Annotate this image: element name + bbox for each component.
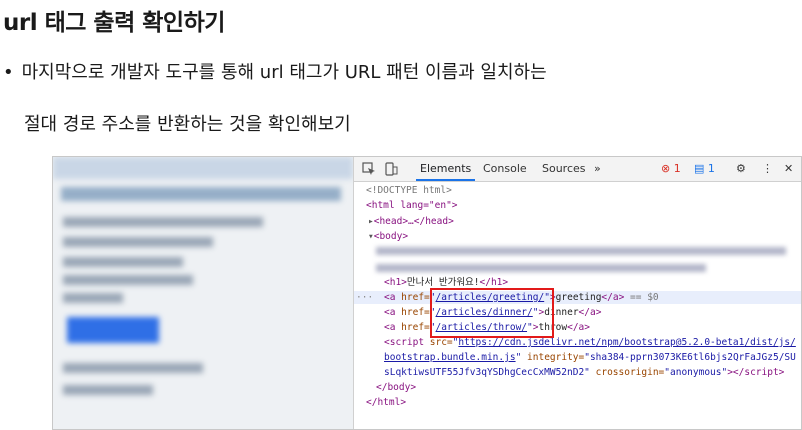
more-tabs-chevron[interactable]: » [594, 157, 601, 181]
href-highlight-box [430, 288, 554, 338]
blurred-code-line [376, 247, 786, 255]
row-ellipsis: ··· [356, 292, 374, 303]
more-options-icon[interactable]: ⋮ [762, 157, 773, 181]
body-close-tag: </body> [376, 382, 417, 393]
devtools-panel: Elements Console Sources » ⊗ 1 ▤ 1 ⚙ ⋮ ✕… [353, 157, 801, 429]
head-node[interactable]: ▸<head>…</head> [368, 215, 801, 228]
devtools-toolbar: Elements Console Sources » ⊗ 1 ▤ 1 ⚙ ⋮ ✕ [354, 157, 801, 182]
script-src-link-cont[interactable]: bootstrap.bundle.min.js [384, 352, 516, 363]
blurred-bar [61, 187, 341, 201]
body-tag: <body> [373, 231, 409, 242]
tab-sources[interactable]: Sources [542, 157, 586, 181]
head-tag: <head>…</head> [373, 216, 454, 227]
message-badge[interactable]: ▤ 1 [694, 157, 715, 181]
html-open-tag[interactable]: <html lang="en"> [366, 199, 801, 212]
bullet-dot: • [3, 62, 14, 83]
error-count: 1 [673, 162, 681, 175]
blurred-line [63, 237, 213, 247]
anchor-text-greeting: greeting [555, 292, 602, 303]
error-badge[interactable]: ⊗ 1 [661, 157, 681, 181]
bullet-line-2: 절대 경로 주소를 반환하는 것을 확인해보기 [24, 114, 351, 135]
close-devtools-icon[interactable]: ✕ [784, 157, 793, 181]
html-close-tag: </html> [366, 397, 407, 408]
body-node[interactable]: ▾<body> [368, 230, 801, 243]
blurred-button [67, 317, 159, 343]
integrity-value-1: "sha384-pprn3073KE6tl6bjs2QrFaJGz5/SU [584, 352, 796, 363]
blurred-header [53, 157, 353, 179]
slide-title: url 태그 출력 확인하기 [3, 10, 225, 36]
device-toolbar-icon[interactable] [384, 157, 398, 181]
integrity-value-2: sLqktiwsUTF55Jfv3qYSDhgCecCxMW52nD2" [384, 367, 590, 378]
blurred-line [63, 275, 193, 285]
crossorigin-value: "anonymous" [664, 367, 728, 378]
blurred-line [63, 363, 203, 373]
message-icon: ▤ [694, 162, 705, 175]
h1-close-tag: </h1> [479, 277, 509, 288]
tab-elements[interactable]: Elements [416, 157, 476, 181]
blurred-line [63, 257, 183, 267]
blurred-line [63, 217, 263, 227]
script-src-link[interactable]: https://cdn.jsdelivr.net/npm/bootstrap@5… [458, 337, 795, 348]
bullet-line-1: • 마지막으로 개발자 도구를 통해 url 태그가 URL 패턴 이름과 일치하… [3, 64, 547, 82]
blurred-code-line [376, 264, 706, 272]
bullet-text-1: 마지막으로 개발자 도구를 통해 url 태그가 URL 패턴 이름과 일치하는 [21, 62, 547, 83]
settings-gear-icon[interactable]: ⚙ [736, 157, 746, 181]
script-line-3: sLqktiwsUTF55Jfv3qYSDhgCecCxMW52nD2" cro… [384, 367, 785, 378]
script-line-2: bootstrap.bundle.min.js" integrity="sha3… [384, 352, 796, 363]
page-viewport [53, 157, 353, 429]
selected-node-marker: == $0 [630, 292, 659, 303]
message-count: 1 [707, 162, 715, 175]
selected-anchor-row[interactable]: ··· <a href="/articles/greeting/">greeti… [354, 291, 801, 304]
error-icon: ⊗ [661, 162, 671, 175]
h1-text: 만나서 반가워요! [406, 277, 480, 288]
h1-open-tag: <h1> [384, 277, 407, 288]
browser-screenshot: Elements Console Sources » ⊗ 1 ▤ 1 ⚙ ⋮ ✕… [52, 156, 802, 430]
doctype-line: <!DOCTYPE html> [366, 185, 452, 196]
blurred-line [63, 385, 153, 395]
blurred-line [63, 293, 123, 303]
inspect-element-icon[interactable] [362, 157, 376, 181]
tab-console[interactable]: Console [483, 157, 527, 181]
